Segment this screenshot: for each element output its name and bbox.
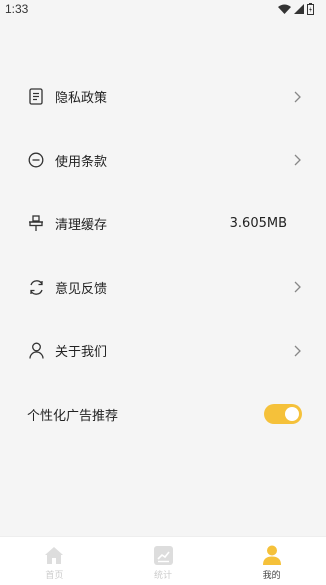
- chart-icon: [152, 544, 174, 566]
- toggle-knob: [285, 407, 299, 422]
- battery-icon: [307, 3, 314, 15]
- tab-label: 我的: [262, 571, 281, 581]
- signal-icon: [294, 4, 304, 14]
- status-time: 1:33: [5, 2, 29, 16]
- status-bar: 1:33: [0, 0, 326, 18]
- tab-mine[interactable]: 我的: [217, 537, 326, 585]
- user-icon: [261, 544, 283, 566]
- menu-item-label: 使用条款: [55, 154, 108, 170]
- cache-size-value: 3.605MB: [229, 216, 287, 232]
- chevron-right-icon: [294, 345, 301, 357]
- tab-statistics[interactable]: 统计: [109, 537, 218, 585]
- wifi-icon: [278, 4, 291, 14]
- menu-item-about-us[interactable]: 关于我们: [0, 319, 326, 383]
- document-icon: [27, 88, 45, 106]
- home-icon: [43, 544, 65, 566]
- chevron-right-icon: [294, 281, 301, 293]
- personalized-ads-toggle[interactable]: [264, 404, 302, 425]
- tab-label: 首页: [45, 571, 64, 581]
- menu-item-terms-of-use[interactable]: 使用条款: [0, 129, 326, 193]
- bottom-tab-bar: 首页 统计 我的: [0, 536, 326, 585]
- menu-item-privacy-policy[interactable]: 隐私政策: [0, 65, 326, 129]
- menu-item-label: 清理缓存: [55, 218, 108, 234]
- chevron-right-icon: [294, 91, 301, 103]
- status-icons: [278, 3, 314, 15]
- menu-item-label: 关于我们: [55, 345, 108, 361]
- menu-item-feedback[interactable]: 意见反馈: [0, 256, 326, 320]
- menu-item-label: 意见反馈: [55, 281, 108, 297]
- menu-item-clear-cache[interactable]: 清理缓存 3.605MB: [0, 192, 326, 256]
- settings-menu: 隐私政策 使用条款 清理缓存 3.605MB 意见反馈 关于我们 个性化广告推荐: [0, 65, 326, 446]
- tab-label: 统计: [154, 571, 173, 581]
- tab-home[interactable]: 首页: [0, 537, 109, 585]
- refresh-feedback-icon: [27, 278, 45, 296]
- clean-icon: [27, 215, 45, 233]
- menu-item-label: 隐私政策: [55, 91, 108, 107]
- ad-toggle-label: 个性化广告推荐: [27, 408, 119, 424]
- person-icon: [27, 342, 45, 360]
- terms-icon: [27, 151, 45, 169]
- chevron-right-icon: [294, 154, 301, 166]
- menu-item-personalized-ads: 个性化广告推荐: [0, 383, 326, 447]
